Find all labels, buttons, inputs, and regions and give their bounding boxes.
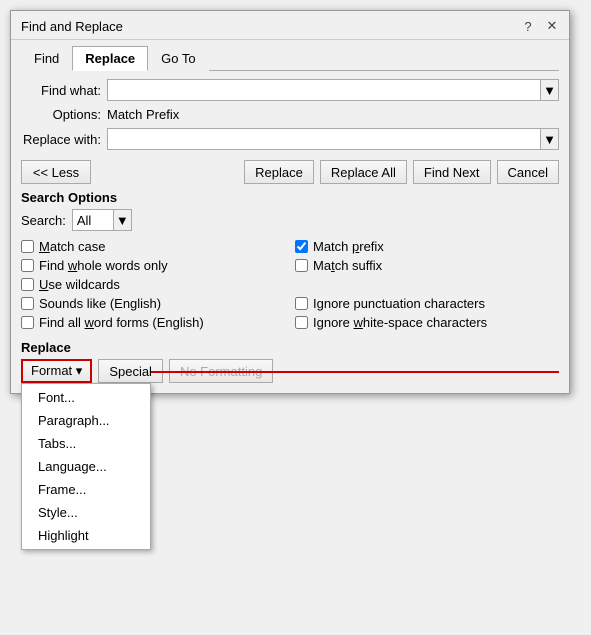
options-value: Match Prefix bbox=[107, 107, 179, 122]
replace-with-input-wrap: ▼ bbox=[107, 128, 559, 150]
whole-words-checkbox[interactable] bbox=[21, 259, 34, 272]
sounds-like-checkbox[interactable] bbox=[21, 297, 34, 310]
ignore-punct-label: Ignore punctuation characters bbox=[313, 296, 485, 311]
red-line bbox=[151, 371, 559, 373]
sounds-like-label: Sounds like (English) bbox=[39, 296, 161, 311]
wildcards-label: Use wildcards bbox=[39, 277, 120, 292]
less-button[interactable]: << Less bbox=[21, 160, 91, 184]
search-combo-arrow[interactable]: ▼ bbox=[113, 210, 131, 230]
replace-all-button[interactable]: Replace All bbox=[320, 160, 407, 184]
ignore-punct-checkbox[interactable] bbox=[295, 297, 308, 310]
find-next-button[interactable]: Find Next bbox=[413, 160, 491, 184]
dropdown-item-language[interactable]: Language... bbox=[22, 455, 150, 478]
match-prefix-checkbox[interactable] bbox=[295, 240, 308, 253]
dropdown-item-paragraph[interactable]: Paragraph... bbox=[22, 409, 150, 432]
replace-button[interactable]: Replace bbox=[244, 160, 314, 184]
ignore-space-label: Ignore white-space characters bbox=[313, 315, 487, 330]
find-what-row: Find what: ▼ bbox=[21, 79, 559, 101]
match-suffix-checkbox[interactable] bbox=[295, 259, 308, 272]
replace-with-input[interactable] bbox=[108, 129, 540, 149]
match-case-label: Match case bbox=[39, 239, 106, 254]
checkboxes-grid: Match case Match prefix Find whole words… bbox=[21, 239, 559, 330]
ignore-space-checkbox[interactable] bbox=[295, 316, 308, 329]
dropdown-item-highlight[interactable]: Highlight bbox=[22, 524, 150, 547]
format-dropdown-menu: Font... Paragraph... Tabs... Language...… bbox=[21, 383, 151, 550]
word-forms-checkbox[interactable] bbox=[21, 316, 34, 329]
cancel-button[interactable]: Cancel bbox=[497, 160, 559, 184]
find-what-dropdown-arrow[interactable]: ▼ bbox=[540, 80, 558, 100]
replace-with-label: Replace with: bbox=[21, 132, 101, 147]
tab-goto[interactable]: Go To bbox=[148, 46, 208, 71]
checkbox-match-suffix: Match suffix bbox=[295, 258, 559, 273]
find-what-input-wrap: ▼ bbox=[107, 79, 559, 101]
tab-replace[interactable]: Replace bbox=[72, 46, 148, 71]
tab-bar: Find Replace Go To bbox=[21, 46, 559, 71]
match-case-checkbox[interactable] bbox=[21, 240, 34, 253]
format-button[interactable]: Format ▾ bbox=[21, 359, 92, 383]
checkbox-word-forms: Find all word forms (English) bbox=[21, 315, 285, 330]
format-dropdown-container: Format ▾ Font... Paragraph... Tabs... La… bbox=[21, 359, 92, 383]
match-suffix-label: Match suffix bbox=[313, 258, 382, 273]
dialog-title: Find and Replace bbox=[21, 19, 123, 34]
dropdown-item-frame[interactable]: Frame... bbox=[22, 478, 150, 501]
dropdown-item-style[interactable]: Style... bbox=[22, 501, 150, 524]
replace-btn-row: Format ▾ Font... Paragraph... Tabs... La… bbox=[21, 359, 559, 383]
word-forms-label: Find all word forms (English) bbox=[39, 315, 204, 330]
search-options-title: Search Options bbox=[21, 190, 559, 205]
dropdown-item-tabs[interactable]: Tabs... bbox=[22, 432, 150, 455]
replace-section-title: Replace bbox=[21, 340, 559, 355]
action-buttons: << Less Replace Replace All Find Next Ca… bbox=[21, 160, 559, 184]
options-row: Options: Match Prefix bbox=[21, 107, 559, 122]
search-label: Search: bbox=[21, 213, 66, 228]
match-prefix-label: Match prefix bbox=[313, 239, 384, 254]
close-button[interactable]: ✕ bbox=[543, 17, 561, 35]
dialog-content: Find Replace Go To Find what: ▼ Options:… bbox=[11, 40, 569, 393]
wildcards-checkbox[interactable] bbox=[21, 278, 34, 291]
checkbox-match-prefix: Match prefix bbox=[295, 239, 559, 254]
dropdown-item-font[interactable]: Font... bbox=[22, 386, 150, 409]
search-value: All bbox=[73, 213, 113, 228]
find-what-input[interactable] bbox=[108, 80, 540, 100]
search-combo[interactable]: All ▼ bbox=[72, 209, 132, 231]
checkbox-ignore-space: Ignore white-space characters bbox=[295, 315, 559, 330]
help-button[interactable]: ? bbox=[519, 17, 537, 35]
options-label: Options: bbox=[21, 107, 101, 122]
find-replace-dialog: Find and Replace ? ✕ Find Replace Go To … bbox=[10, 10, 570, 394]
find-what-label: Find what: bbox=[21, 83, 101, 98]
checkbox-match-case: Match case bbox=[21, 239, 285, 254]
checkbox-whole-words: Find whole words only bbox=[21, 258, 285, 273]
replace-with-row: Replace with: ▼ bbox=[21, 128, 559, 150]
checkbox-sounds-like: Sounds like (English) bbox=[21, 296, 285, 311]
tab-find[interactable]: Find bbox=[21, 46, 72, 71]
title-bar: Find and Replace ? ✕ bbox=[11, 11, 569, 40]
checkbox-ignore-punct: Ignore punctuation characters bbox=[295, 296, 559, 311]
checkbox-wildcards: Use wildcards bbox=[21, 277, 285, 292]
replace-with-dropdown-arrow[interactable]: ▼ bbox=[540, 129, 558, 149]
title-bar-icons: ? ✕ bbox=[519, 17, 561, 35]
whole-words-label: Find whole words only bbox=[39, 258, 168, 273]
search-row: Search: All ▼ bbox=[21, 209, 559, 231]
